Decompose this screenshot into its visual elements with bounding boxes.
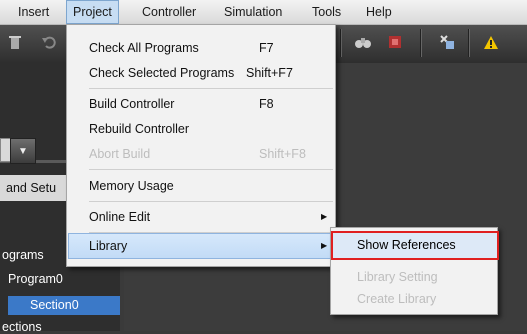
menu-project[interactable]: Project [66,0,119,24]
tree-item-program0[interactable]: Program0 [8,272,63,286]
menu-simulation[interactable]: Simulation [218,0,288,24]
menu-item-create-library: Create Library [357,292,437,306]
tree-item-functions[interactable]: ections [2,320,42,334]
stop-icon[interactable] [384,31,406,53]
menu-item-abort-build: Abort Build Shift+F8 [89,147,306,161]
menu-bar: Insert Project Controller Simulation Too… [0,0,527,25]
binoculars-icon[interactable] [352,31,374,53]
menu-item-library[interactable]: Library ▶ [68,233,334,259]
menu-item-library-setting: Library Setting [357,270,438,284]
menu-item-check-all-programs[interactable]: Check All Programs F7 [69,36,333,60]
warning-icon[interactable] [480,31,502,53]
menu-controller[interactable]: Controller [136,0,202,24]
menu-item-check-selected-programs[interactable]: Check Selected Programs Shift+F7 [69,61,333,85]
chevron-right-icon: ▶ [321,212,328,221]
tab-configurations-and-setup[interactable]: and Setu [0,175,71,201]
menu-help[interactable]: Help [360,0,398,24]
menu-insert[interactable]: Insert [12,0,55,24]
cross-reference-icon[interactable] [436,31,458,53]
project-menu: Check All Programs F7 Check Selected Pro… [66,24,336,267]
menu-tools[interactable]: Tools [306,0,347,24]
chevron-right-icon: ▶ [321,241,328,250]
menu-item-memory-usage[interactable]: Memory Usage [69,174,333,198]
menu-item-build-controller[interactable]: Build Controller F8 [69,92,333,116]
chevron-down-icon[interactable]: ▼ [10,138,36,164]
menu-item-rebuild-controller[interactable]: Rebuild Controller [69,117,333,141]
library-submenu: Show References Library Setting Create L… [330,227,499,315]
menu-item-show-references[interactable]: Show References [331,231,499,260]
trash-icon[interactable] [4,31,26,53]
tree-item-programs[interactable]: ograms [2,248,44,262]
menu-item-online-edit[interactable]: Online Edit ▶ [69,205,333,229]
undo-icon[interactable] [38,31,60,53]
tree-item-section0[interactable]: Section0 [30,298,79,312]
